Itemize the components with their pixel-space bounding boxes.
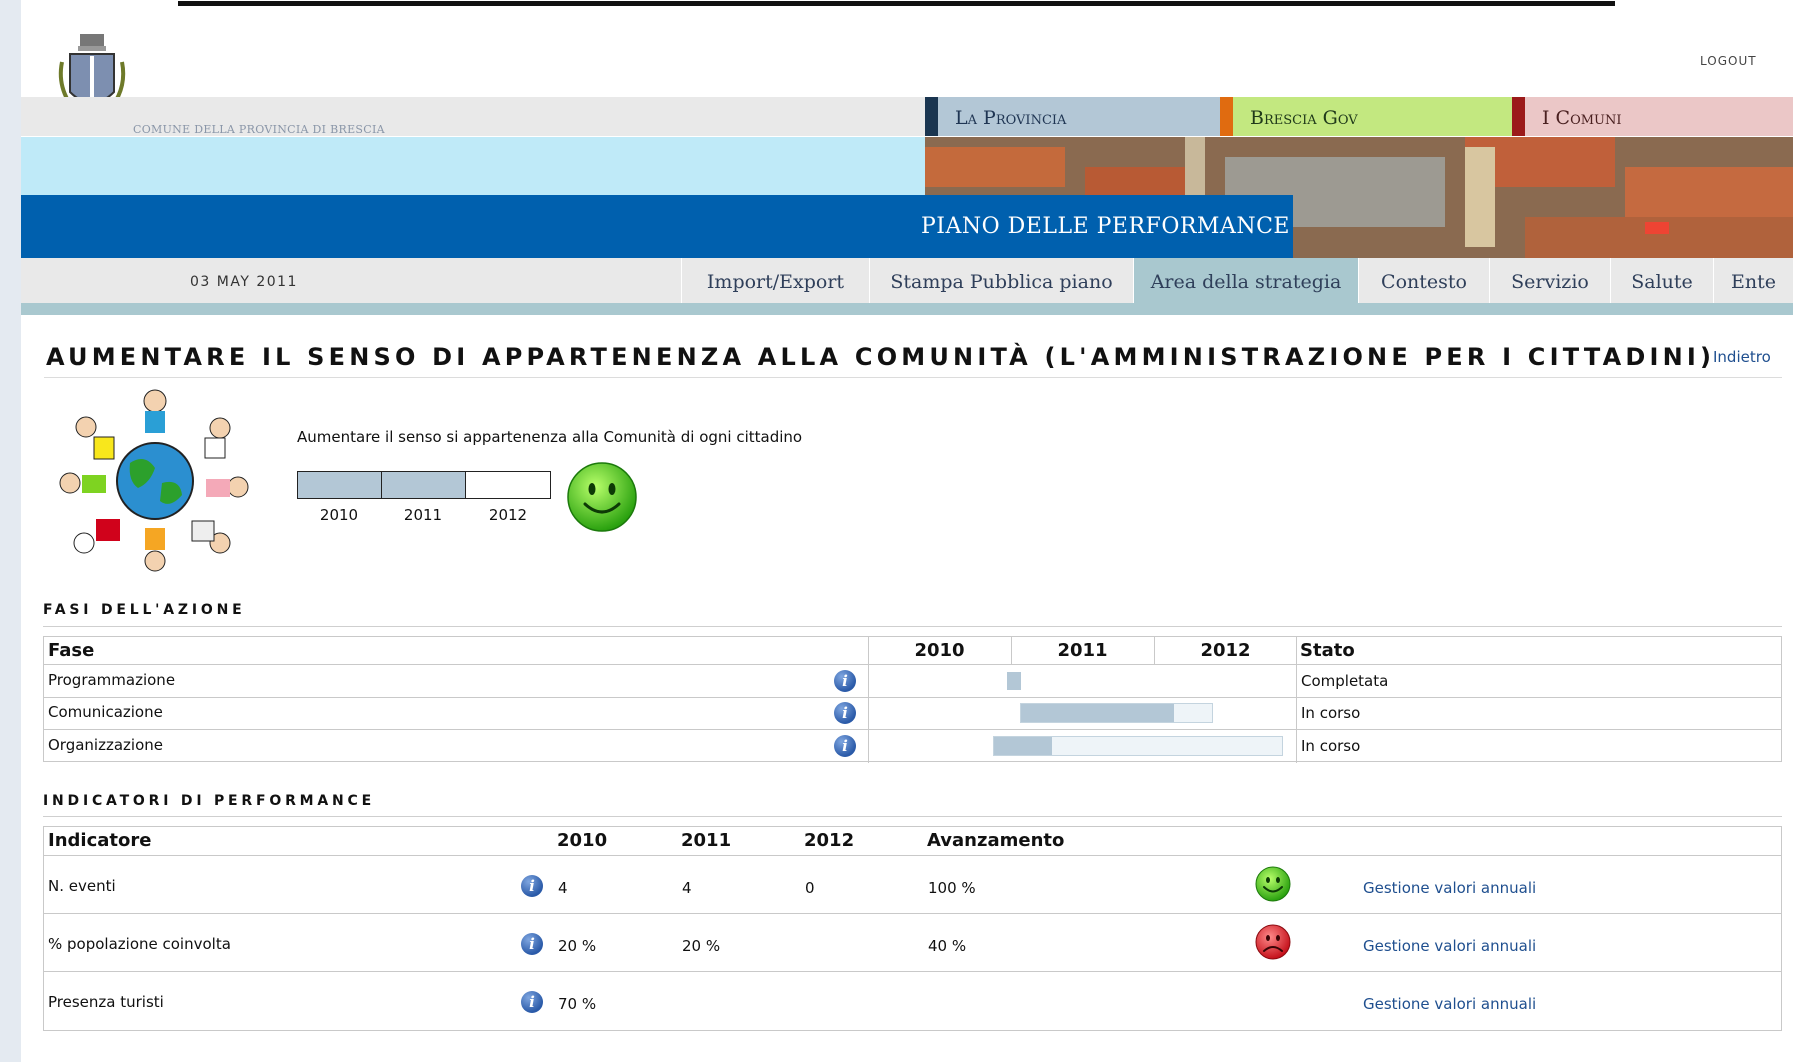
banner-title: PIANO DELLE PERFORMANCE (921, 214, 1290, 239)
indicator-name: Presenza turisti (48, 993, 164, 1011)
current-date: 03 MAY 2011 (190, 274, 298, 290)
menu-salute[interactable]: Salute (1610, 258, 1713, 303)
phase-status: Completata (1301, 672, 1389, 690)
phase-name: Organizzazione (48, 736, 163, 754)
info-icon[interactable]: i (834, 670, 856, 692)
phase-status: In corso (1301, 704, 1361, 722)
table-row-divider (44, 855, 1781, 856)
tab-i-comuni[interactable]: I Comuni (1512, 97, 1793, 136)
phase-progress-bar (994, 737, 1052, 755)
menu-stampa-pubblica-piano[interactable]: Stampa Pubblica piano (869, 258, 1133, 303)
objective-year-progress (297, 471, 551, 499)
indicator-name: N. eventi (48, 877, 116, 895)
gestione-valori-annuali-link[interactable]: Gestione valori annuali (1363, 879, 1536, 897)
menu-area-della-strategia[interactable]: Area della strategia (1133, 258, 1358, 303)
year-segment (298, 472, 382, 498)
gestione-valori-annuali-link[interactable]: Gestione valori annuali (1363, 937, 1536, 955)
table-row-divider (44, 913, 1781, 914)
indicator-avanzamento: 100 % (928, 879, 976, 897)
logout-link[interactable]: LOGOUT (1700, 54, 1757, 68)
indicator-value-2011: 4 (682, 879, 692, 897)
indicator-value-2010: 70 % (558, 995, 597, 1013)
indicators-section-title: INDICATORI DI PERFORMANCE (43, 793, 375, 809)
phases-section-rule (43, 626, 1782, 627)
children-around-globe-illustration (59, 389, 249, 572)
indicators-table: Indicatore 2010 2011 2012 Avanzamento N.… (43, 826, 1782, 1031)
table-row-divider (44, 664, 1781, 665)
sad-smiley-icon (1255, 924, 1291, 960)
top-rule (178, 1, 1615, 6)
info-icon[interactable]: i (521, 991, 543, 1013)
indicator-value-2010: 4 (558, 879, 568, 897)
column-header-avanzamento: Avanzamento (927, 830, 1065, 851)
indicators-section-rule (43, 816, 1782, 817)
year-label: 2011 (403, 506, 443, 524)
column-header-2011: 2011 (681, 830, 732, 851)
gestione-valori-annuali-link[interactable]: Gestione valori annuali (1363, 995, 1536, 1013)
back-link[interactable]: Indietro (1713, 348, 1771, 366)
indicator-value-2011: 20 % (682, 937, 721, 955)
objective-description: Aumentare il senso si appartenenza alla … (297, 428, 803, 446)
year-segment (466, 472, 550, 498)
column-header-2010: 2010 (914, 640, 965, 661)
indicator-name: % popolazione coinvolta (48, 935, 231, 953)
phases-section-title: FASI DELL'AZIONE (43, 602, 246, 618)
column-header-2012: 2012 (804, 830, 855, 851)
menu-import-export[interactable]: Import/Export (681, 258, 869, 303)
title-divider (44, 377, 1782, 378)
phases-table: Fase 2010 2011 2012 Stato Programmazione… (43, 636, 1782, 763)
menu-underline (21, 303, 1793, 315)
tab-brescia-gov[interactable]: Brescia Gov (1220, 97, 1512, 136)
indicator-value-2010: 20 % (558, 937, 597, 955)
left-edge-strip (0, 0, 21, 1062)
info-icon[interactable]: i (521, 875, 543, 897)
menu-ente[interactable]: Ente (1713, 258, 1793, 303)
column-header-2012: 2012 (1200, 640, 1251, 661)
info-icon[interactable]: i (834, 702, 856, 724)
comune-label: COMUNE DELLA PROVINCIA DI BRESCIA (133, 123, 385, 136)
page-title: AUMENTARE IL SENSO DI APPARTENENZA ALLA … (46, 343, 1716, 371)
column-header-2010: 2010 (557, 830, 608, 851)
menu-servizio[interactable]: Servizio (1489, 258, 1610, 303)
indicator-avanzamento: 40 % (928, 937, 967, 955)
phase-name: Programmazione (48, 671, 176, 689)
year-label: 2012 (488, 506, 528, 524)
happy-smiley-icon (567, 462, 637, 532)
column-header-indicatore: Indicatore (48, 830, 152, 851)
phase-name: Comunicazione (48, 703, 163, 721)
info-icon[interactable]: i (834, 735, 856, 757)
phase-progress-bar (1021, 704, 1174, 722)
info-icon[interactable]: i (521, 933, 543, 955)
column-header-fase: Fase (48, 640, 95, 661)
table-row-divider (44, 971, 1781, 972)
phase-status: In corso (1301, 737, 1361, 755)
year-label: 2010 (319, 506, 359, 524)
year-segment (382, 472, 466, 498)
table-row-divider (44, 729, 1781, 730)
happy-smiley-icon (1255, 866, 1291, 902)
menu-contesto[interactable]: Contesto (1358, 258, 1489, 303)
table-row-divider (44, 697, 1781, 698)
column-header-stato: Stato (1300, 640, 1355, 661)
indicator-value-2012: 0 (805, 879, 815, 897)
column-header-2011: 2011 (1057, 640, 1108, 661)
header-light-band (21, 137, 925, 195)
tab-la-provincia[interactable]: La Provincia (925, 97, 1220, 136)
phase-progress-bar (1007, 672, 1021, 690)
